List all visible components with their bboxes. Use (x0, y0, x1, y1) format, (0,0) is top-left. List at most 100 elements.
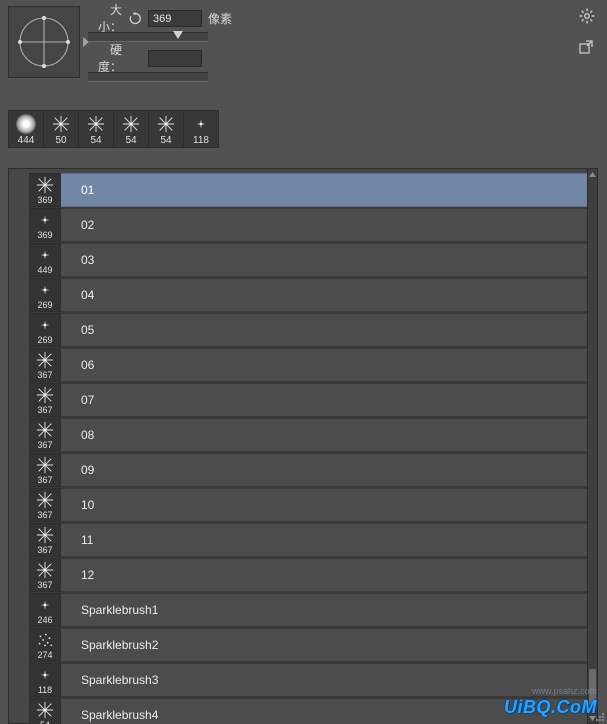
size-slider-thumb[interactable] (173, 31, 183, 39)
brush-name-label: 08 (61, 418, 593, 452)
scroll-down-arrow-icon[interactable] (588, 713, 597, 723)
brush-thumb-icon (31, 280, 59, 300)
brush-thumb-icon (31, 245, 59, 265)
brush-size-label: 367 (37, 475, 52, 485)
brush-list-row[interactable]: 367 08 (29, 418, 593, 453)
brush-size-label: 50 (55, 135, 66, 146)
brush-list-row[interactable]: 369 01 (29, 173, 593, 208)
brush-name-label: 09 (61, 453, 593, 487)
brush-thumb: 367 (29, 348, 61, 382)
brush-size-label: 54 (160, 135, 171, 146)
crosshair-circle-icon (17, 15, 71, 69)
brush-size-label: 269 (37, 300, 52, 310)
brush-thumb-icon (188, 114, 214, 134)
reset-size-icon[interactable] (128, 11, 142, 25)
size-label: 大小： (88, 1, 122, 35)
brush-name-label: Sparklebrush1 (61, 593, 593, 627)
hardness-label: 硬度： (88, 41, 122, 75)
brush-name-label: 06 (61, 348, 593, 382)
brush-thumb-icon (31, 455, 59, 475)
brush-size-label: 118 (38, 685, 52, 695)
brush-size-label: 367 (37, 370, 52, 380)
brush-thumb-icon (31, 315, 59, 335)
hardness-input[interactable] (148, 50, 202, 67)
brush-thumb-icon (31, 700, 59, 720)
brush-thumb-icon (31, 350, 59, 370)
size-unit: 像素 (208, 10, 232, 27)
strip-brush-item[interactable]: 54 (114, 111, 149, 147)
brush-thumb: 269 (29, 313, 61, 347)
brush-thumb: 367 (29, 523, 61, 557)
brush-settings: 大小： 369 像素 硬度： (8, 6, 599, 92)
brush-thumb-icon (31, 420, 59, 440)
brush-size-label: 369 (37, 230, 52, 240)
brush-thumb-icon (31, 385, 59, 405)
brush-thumb: 449 (29, 243, 61, 277)
brush-thumb-icon (31, 630, 59, 650)
strip-brush-item[interactable]: 444 (9, 111, 44, 147)
scroll-up-arrow-icon[interactable] (588, 169, 597, 179)
brush-thumb: 367 (29, 418, 61, 452)
brush-size-label: 369 (37, 195, 52, 205)
brush-size-label: 367 (37, 440, 52, 450)
brush-name-label: 03 (61, 243, 593, 277)
brush-list-scrollbar[interactable] (587, 168, 598, 724)
brush-size-label: 274 (37, 650, 52, 660)
brush-tip-preview[interactable] (8, 6, 80, 78)
brush-name-label: 01 (61, 173, 593, 207)
strip-brush-item[interactable]: 54 (149, 111, 184, 147)
brush-list-row[interactable]: 367 11 (29, 523, 593, 558)
scrollbar-thumb[interactable] (589, 669, 596, 705)
strip-brush-item[interactable]: 50 (44, 111, 79, 147)
brush-size-label: 367 (37, 405, 52, 415)
brush-thumb: 367 (29, 383, 61, 417)
brush-name-label: 02 (61, 208, 593, 242)
brush-list-row[interactable]: 369 02 (29, 208, 593, 243)
brush-thumb: 54 (29, 698, 61, 724)
brush-thumb-icon (31, 490, 59, 510)
brush-thumb: 367 (29, 488, 61, 522)
brush-name-label: 10 (61, 488, 593, 522)
brush-thumb: 367 (29, 558, 61, 592)
brush-list-row[interactable]: 367 06 (29, 348, 593, 383)
brush-thumb: 269 (29, 278, 61, 312)
brush-name-label: 12 (61, 558, 593, 592)
brush-list-row[interactable]: 269 05 (29, 313, 593, 348)
brush-list-row[interactable]: 449 03 (29, 243, 593, 278)
brush-thumb: 246 (29, 593, 61, 627)
popout-icon[interactable] (579, 40, 595, 56)
brush-name-label: 07 (61, 383, 593, 417)
brush-picker-panel: 大小： 369 像素 硬度： (0, 0, 607, 724)
brush-thumb-icon (83, 114, 109, 134)
size-slider[interactable] (88, 32, 208, 42)
hardness-slider[interactable] (88, 72, 208, 82)
size-input[interactable]: 369 (148, 10, 202, 27)
brush-list-row[interactable]: 269 04 (29, 278, 593, 313)
brush-list-row[interactable]: 246 Sparklebrush1 (29, 593, 593, 628)
brush-list-row[interactable]: 274 Sparklebrush2 (29, 628, 593, 663)
brush-size-label: 54 (125, 135, 136, 146)
brush-thumb-icon (31, 210, 59, 230)
brush-size-label: 444 (18, 135, 35, 146)
brush-list-row[interactable]: 367 10 (29, 488, 593, 523)
brush-list-row[interactable]: 367 09 (29, 453, 593, 488)
brush-list: 369 01 369 02 449 03 269 04 269 05 (8, 168, 593, 724)
brush-size-label: 54 (40, 720, 50, 724)
brush-thumb: 369 (29, 208, 61, 242)
gear-icon[interactable] (579, 8, 595, 24)
brush-size-label: 367 (37, 545, 52, 555)
brush-thumb: 118 (29, 663, 61, 697)
strip-brush-item[interactable]: 54 (79, 111, 114, 147)
brush-list-row[interactable]: 367 07 (29, 383, 593, 418)
strip-brush-item[interactable]: 118 (184, 111, 218, 147)
brush-thumb-icon (31, 665, 59, 685)
brush-thumb-icon (153, 114, 179, 134)
brush-sliders: 大小： 369 像素 硬度： (88, 6, 599, 88)
brush-size-label: 246 (37, 615, 52, 625)
brush-list-row[interactable]: 54 Sparklebrush4 (29, 698, 593, 724)
brush-name-label: 04 (61, 278, 593, 312)
brush-list-row[interactable]: 367 12 (29, 558, 593, 593)
brush-list-row[interactable]: 118 Sparklebrush3 (29, 663, 593, 698)
brush-thumb-icon (48, 114, 74, 134)
brush-size-label: 54 (90, 135, 101, 146)
